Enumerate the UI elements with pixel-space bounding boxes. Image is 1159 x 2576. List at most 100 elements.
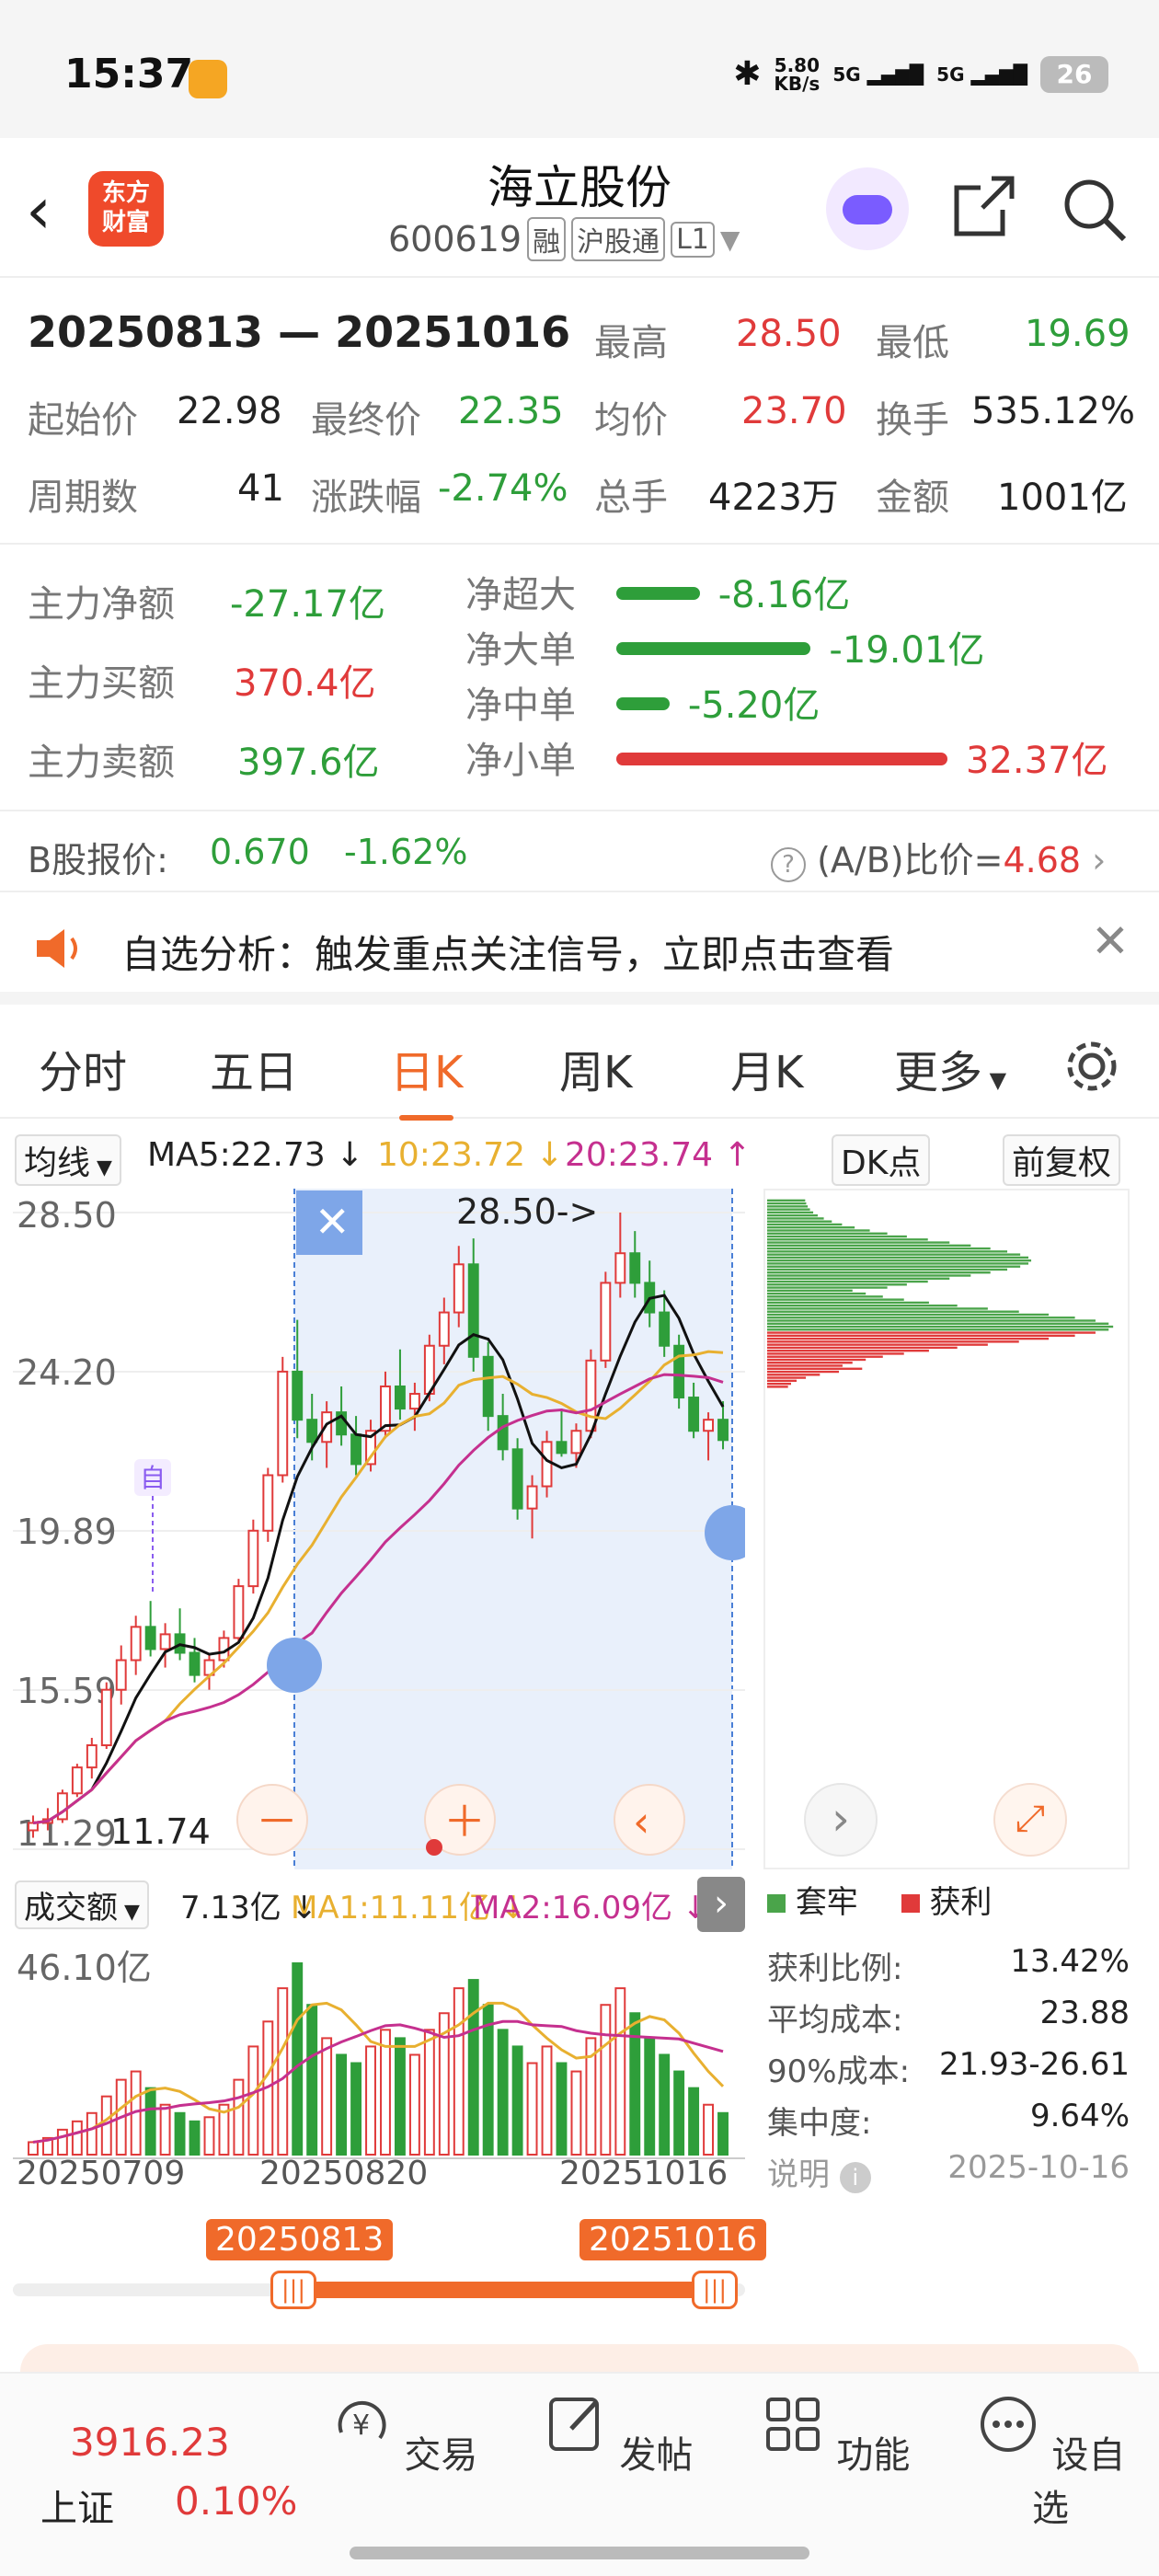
tab-intraday[interactable]: 分时: [39, 1036, 127, 1100]
candle-body: [438, 1311, 450, 1347]
chip-bar: [766, 1362, 853, 1364]
volume-bar: [541, 2045, 553, 2156]
volume-bar: [144, 2087, 156, 2156]
alert-banner[interactable]: 自选分析：触发重点关注信号，立即点击查看 ✕: [0, 894, 1159, 1005]
stat-periods-label: 周期数: [28, 477, 138, 519]
volume-bar: [423, 2029, 435, 2156]
chip-bar: [766, 1223, 843, 1226]
close-icon[interactable]: ✕: [1091, 914, 1130, 968]
volume-bar: [86, 2111, 98, 2156]
candle-body: [408, 1393, 420, 1410]
legend-hold-label: 套牢: [795, 1884, 858, 1921]
ma-indicator-bar: 均线 ▼ MA5:22.73 ↓ 10:23.72 ↓ 20:23.74 ↑ D…: [0, 1127, 1159, 1188]
net-main-label: 主力净额: [28, 583, 175, 626]
nav-functions[interactable]: 功能: [752, 2392, 918, 2478]
share-icon[interactable]: [949, 173, 1017, 241]
volume-bar: [570, 2070, 582, 2156]
tab-daily-k[interactable]: 日K: [390, 1036, 463, 1121]
range-start-handle[interactable]: |||: [270, 2271, 316, 2309]
gear-icon[interactable]: [1061, 1036, 1122, 1097]
chip-bar: [766, 1250, 1008, 1253]
candle-body: [453, 1263, 465, 1314]
index-name[interactable]: 上证: [40, 2478, 114, 2532]
net-main-value: -27.17亿: [230, 583, 385, 626]
chip-distribution-chart: [763, 1189, 1130, 1869]
chip-bar: [766, 1370, 840, 1374]
dk-point-selector[interactable]: DK点: [832, 1134, 931, 1186]
expand-icon[interactable]: ⤢: [993, 1783, 1067, 1857]
chevron-right-icon[interactable]: ›: [804, 1783, 878, 1857]
stat-change-value: -2.74%: [438, 467, 568, 510]
ma20-value: 20:23.74 ↑: [565, 1136, 752, 1174]
index-change[interactable]: 0.10%: [175, 2478, 297, 2524]
candle-body: [306, 1419, 318, 1443]
yen-cycle-icon: ¥: [338, 2400, 386, 2442]
candle-body: [394, 1385, 406, 1410]
nav-trade[interactable]: ¥ 交易: [320, 2392, 486, 2478]
volume-bar: [247, 2045, 259, 2156]
chip-bar: [766, 1295, 883, 1298]
tab-monthly-k[interactable]: 月K: [730, 1036, 803, 1100]
candlestick-chart[interactable]: 28.5024.2019.8915.5911.2928.50->11.74自✕－…: [13, 1189, 745, 1869]
adjust-selector[interactable]: 前复权: [1003, 1134, 1121, 1186]
chip-bar: [766, 1307, 988, 1310]
candle-body: [717, 1419, 729, 1442]
chevron-right-icon[interactable]: ›: [697, 1877, 745, 1932]
range-end-handle[interactable]: |||: [692, 2271, 738, 2309]
chip-bar: [766, 1346, 958, 1350]
chip-bar: [766, 1355, 883, 1358]
watch-marker-label: 自: [140, 1463, 166, 1493]
chip-bar: [766, 1331, 1096, 1334]
volume-bar: [497, 2029, 509, 2156]
volume-bar: [56, 2128, 68, 2156]
plus-icon: ＋: [443, 1797, 486, 1846]
chip-note-row[interactable]: 说明 i 2025-10-16: [767, 2149, 1130, 2201]
tag-margin: 融: [527, 217, 567, 261]
search-icon[interactable]: [1058, 173, 1131, 247]
volume-bar: [467, 1979, 479, 2156]
tab-weekly-k[interactable]: 周K: [559, 1036, 632, 1100]
index-value[interactable]: 3916.23: [70, 2420, 230, 2465]
candle-body: [703, 1419, 715, 1432]
app-notification-icon: [189, 60, 227, 98]
nav-add-watchlist[interactable]: 设自选: [968, 2392, 1133, 2532]
chip-bar: [766, 1205, 809, 1208]
chip-bar: [766, 1232, 888, 1235]
candle-body: [688, 1397, 700, 1432]
selection-band: [294, 1189, 732, 1869]
volume-bar: [203, 2116, 215, 2156]
svg-text:¥: ¥: [352, 2409, 370, 2442]
tab-five-day[interactable]: 五日: [210, 1036, 298, 1100]
ma-selector[interactable]: 均线 ▼: [15, 1134, 121, 1186]
b-price-label: B股报价:: [28, 840, 168, 880]
stat-amount-label: 金额: [876, 477, 949, 519]
volume-bar: [159, 2103, 171, 2156]
tag-connect: 沪股通: [571, 217, 666, 261]
selection-left-handle[interactable]: [267, 1638, 322, 1693]
chip-stat-row: 集中度: 9.64%: [767, 2098, 1130, 2142]
b-share-price[interactable]: B股报价: 0.670 -1.62% ? (A/B)比价=4.68 ›: [0, 810, 1159, 892]
tab-more[interactable]: 更多 ▼: [894, 1036, 1006, 1100]
assistant-avatar[interactable]: [826, 167, 909, 250]
stat-hands-label: 总手: [594, 477, 668, 519]
stock-code: 600619: [388, 219, 522, 259]
chip-bar: [766, 1322, 1109, 1325]
period-stats: 20250813 — 20251016 最高 28.50 最低 19.69 起始…: [0, 278, 1159, 545]
chip-bar: [766, 1376, 807, 1379]
volume-selector[interactable]: 成交额 ▼: [15, 1880, 149, 1929]
chip-stat-row: 获利比例: 13.42%: [767, 1943, 1130, 1987]
candle-body: [189, 1651, 201, 1676]
nav-post[interactable]: 发帖: [535, 2392, 701, 2478]
candle-body: [262, 1474, 274, 1532]
flow-value: -5.20亿: [687, 684, 820, 727]
volume-bar: [350, 2062, 362, 2156]
home-indicator[interactable]: [350, 2547, 809, 2559]
chip-bar: [766, 1374, 820, 1376]
chip-bar: [766, 1379, 798, 1383]
period-tabs: 分时 五日 日K 周K 月K 更多 ▼: [0, 1018, 1159, 1121]
candle-body: [629, 1252, 641, 1284]
buy-main-value: 370.4亿: [234, 662, 376, 705]
volume-bar: [277, 1987, 289, 2156]
stock-code-line[interactable]: 600619 融 沪股通 L1 ▼: [388, 217, 740, 261]
chip-bar: [766, 1217, 824, 1220]
